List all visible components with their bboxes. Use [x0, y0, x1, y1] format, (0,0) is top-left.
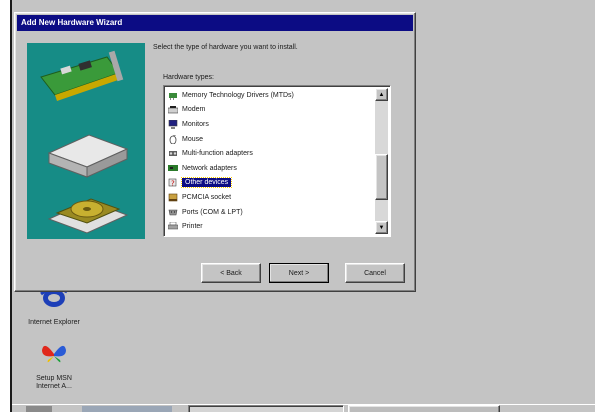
printer-icon — [168, 222, 178, 230]
list-item-modem[interactable]: Modem — [166, 103, 374, 118]
list-item-mouse[interactable]: Mouse — [166, 132, 374, 147]
hardware-types-items: Memory Technology Drivers (MTDs) Modem M… — [166, 88, 374, 234]
taskbar-button[interactable] — [348, 405, 500, 412]
list-item-network-adapters[interactable]: Network adapters — [166, 161, 374, 176]
desktop: Internet Explorer Setup MSN Internet A..… — [10, 0, 595, 412]
msn-butterfly-icon — [42, 345, 66, 363]
hardware-types-list[interactable]: Memory Technology Drivers (MTDs) Modem M… — [163, 85, 391, 237]
start-button[interactable] — [26, 406, 52, 412]
taskbar-button-active[interactable] — [188, 405, 344, 412]
list-item-monitors[interactable]: Monitors — [166, 117, 374, 132]
monitor-icon — [168, 119, 178, 129]
cancel-button[interactable]: Cancel — [345, 263, 405, 283]
list-item-label: Modem — [182, 106, 206, 114]
question-device-icon: ? — [168, 179, 177, 188]
memory-chip-icon — [169, 92, 177, 100]
expansion-card-icon — [40, 50, 129, 234]
list-item-memory-technology-drivers[interactable]: Memory Technology Drivers (MTDs) — [166, 88, 374, 103]
modem-icon — [168, 106, 178, 114]
taskbar — [12, 404, 595, 412]
list-item-ports[interactable]: Ports (COM & LPT) — [166, 205, 374, 220]
list-item-other-devices[interactable]: ? Other devices — [166, 176, 374, 191]
arrow-down-icon: ▼ — [378, 224, 385, 231]
desktop-icon-setup-msn[interactable]: Setup MSN Internet A... — [26, 338, 82, 391]
port-icon — [168, 209, 178, 215]
desktop-icon-label: Setup MSN Internet A... — [36, 375, 72, 390]
network-adapter-icon — [168, 164, 178, 171]
window-titlebar[interactable]: Add New Hardware Wizard — [17, 15, 413, 31]
hardware-types-label: Hardware types: — [163, 74, 214, 81]
wizard-instruction: Select the type of hardware you want to … — [153, 44, 298, 51]
quick-launch-bar[interactable] — [82, 406, 172, 412]
multifunction-adapter-icon — [169, 151, 177, 157]
list-item-label: Monitors — [182, 120, 209, 128]
arrow-up-icon: ▲ — [378, 91, 385, 98]
list-item-printer[interactable]: Printer — [166, 219, 374, 234]
desktop-icon-label: Internet Explorer — [28, 319, 80, 326]
scroll-up-button[interactable]: ▲ — [375, 88, 388, 101]
scroll-down-button[interactable]: ▼ — [375, 221, 388, 234]
list-item-label: Ports (COM & LPT) — [182, 208, 243, 216]
hardware-illustration — [27, 43, 145, 239]
list-item-multi-function-adapters[interactable]: Multi-function adapters — [166, 146, 374, 161]
mouse-icon — [169, 134, 177, 144]
list-scrollbar[interactable]: ▲ ▼ — [375, 88, 388, 234]
list-item-label: Network adapters — [182, 164, 237, 172]
svg-text:?: ? — [171, 180, 175, 188]
list-item-label: Other devices — [180, 177, 233, 189]
next-button[interactable]: Next > — [269, 263, 329, 283]
list-item-label: Multi-function adapters — [182, 150, 253, 158]
scroll-thumb[interactable] — [375, 154, 388, 200]
list-item-label: Memory Technology Drivers (MTDs) — [182, 91, 294, 99]
list-item-pcmcia-socket[interactable]: PCMCIA socket — [166, 190, 374, 205]
pcmcia-icon — [168, 193, 178, 202]
list-item-label: Printer — [182, 223, 203, 231]
list-item-label: PCMCIA socket — [182, 193, 232, 201]
back-button[interactable]: < Back — [201, 263, 261, 283]
list-item-label: Mouse — [182, 135, 204, 143]
add-new-hardware-wizard-window: Add New Hardware Wizard Select the type … — [14, 12, 416, 292]
